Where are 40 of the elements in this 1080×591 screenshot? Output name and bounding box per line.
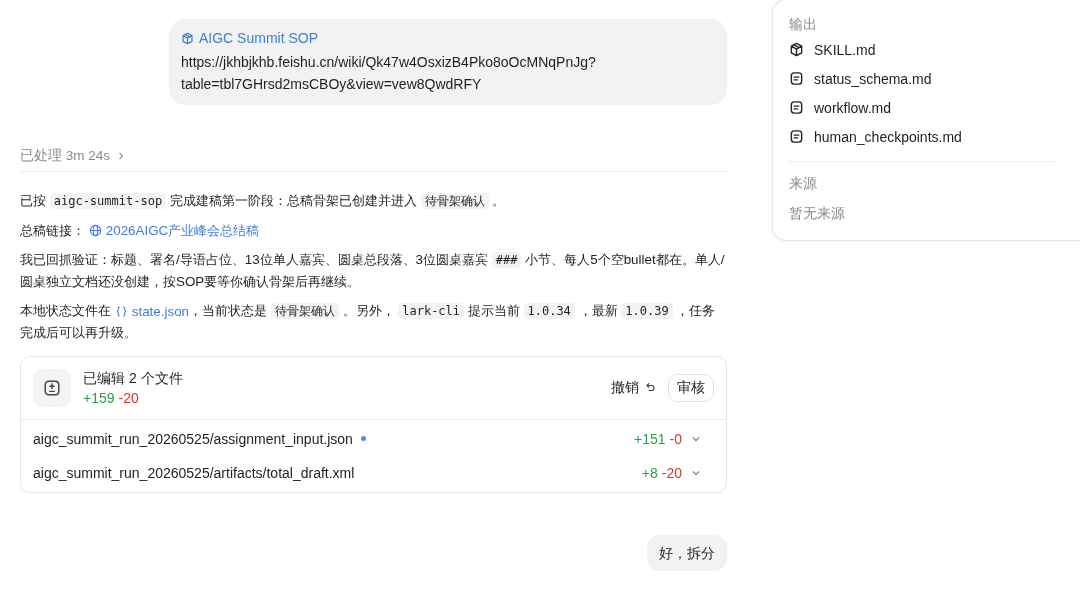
undo-button[interactable]: 撤销 <box>611 378 656 397</box>
message-bubble: 好，拆分 <box>647 534 727 571</box>
document-icon <box>789 71 804 86</box>
empty-state-text: 暂无来源 <box>789 205 846 223</box>
added-count: +159 <box>83 389 115 406</box>
document-icon <box>789 129 804 144</box>
review-button[interactable]: 审核 <box>668 373 714 402</box>
link-chip[interactable]: AIGC Summit SOP <box>181 27 319 49</box>
file-path[interactable]: aigc_summit_run_20260525/artifacts/total_draft.xml <box>33 464 355 481</box>
cube-icon <box>181 31 194 45</box>
removed-count: -0 <box>669 430 682 447</box>
globe-icon <box>88 223 102 237</box>
removed-count: -20 <box>118 389 139 406</box>
document-icon <box>789 100 804 115</box>
message-paragraph: 本地状态文件在 state.json，当前状态是 待骨架确认 。另外， lark-cli 提示当前 1.0.34 ，最新 1.0.39 ，任务完成后可以再升级。 <box>20 299 717 342</box>
document-link[interactable]: 2026AIGC产业峰会总结稿 <box>88 219 260 241</box>
output-file[interactable]: workflow.md <box>789 93 1064 122</box>
file-row[interactable]: aigc_summit_run_20260525/artifacts/total_draft.xml +8 -20 <box>21 455 726 490</box>
added-count: +8 <box>641 464 658 481</box>
cube-icon <box>789 42 804 57</box>
output-file[interactable]: status_schema.md <box>789 64 1064 93</box>
message-paragraph: 总稿链接： 2026AIGC产业峰会总结稿 <box>20 219 727 241</box>
message-paragraph: 我已回抓验证：标题、署名/导语占位、13位单人嘉宾、圆桌总段落、3位圆桌嘉宾 ### 小节、每人5个空bullet都在。单人/圆桌独立文档还没创建，按SOP要等你确认骨架后再继续。 <box>20 250 726 291</box>
message-paragraph: 已按 aigc-summit-sop 完成建稿第一阶段：总稿骨架已创建并进入 待骨架确认 。 <box>20 191 507 211</box>
undo-icon <box>644 381 656 394</box>
added-count: +151 <box>634 430 666 447</box>
section-heading: 输出 <box>789 16 818 34</box>
diff-icon <box>33 368 71 407</box>
file-link[interactable]: state.json <box>114 300 190 322</box>
url-text: https://jkhbjkhb.feishu.cn/wiki/Qk47w4OsxizB4Pko8oOcMNqPnJg?table=tbl7GHrsd2msCBOy&view=vew8QwdRFY <box>181 52 597 94</box>
file-path[interactable]: aigc_summit_run_20260525/assignment_input.json <box>33 430 353 447</box>
removed-count: -20 <box>661 464 682 481</box>
output-file[interactable]: human_checkpoints.md <box>789 122 1064 151</box>
section-heading: 来源 <box>789 175 818 193</box>
file-row[interactable]: aigc_summit_run_20260525/assignment_input.json +151 -0 <box>21 421 726 456</box>
processed-toggle[interactable]: 已处理 3m 24s <box>20 146 127 165</box>
braces-icon <box>114 304 128 318</box>
changed-dot <box>360 436 366 441</box>
output-file[interactable]: SKILL.md <box>789 35 1064 64</box>
edits-title: 已编辑 2 个文件 <box>83 368 183 388</box>
